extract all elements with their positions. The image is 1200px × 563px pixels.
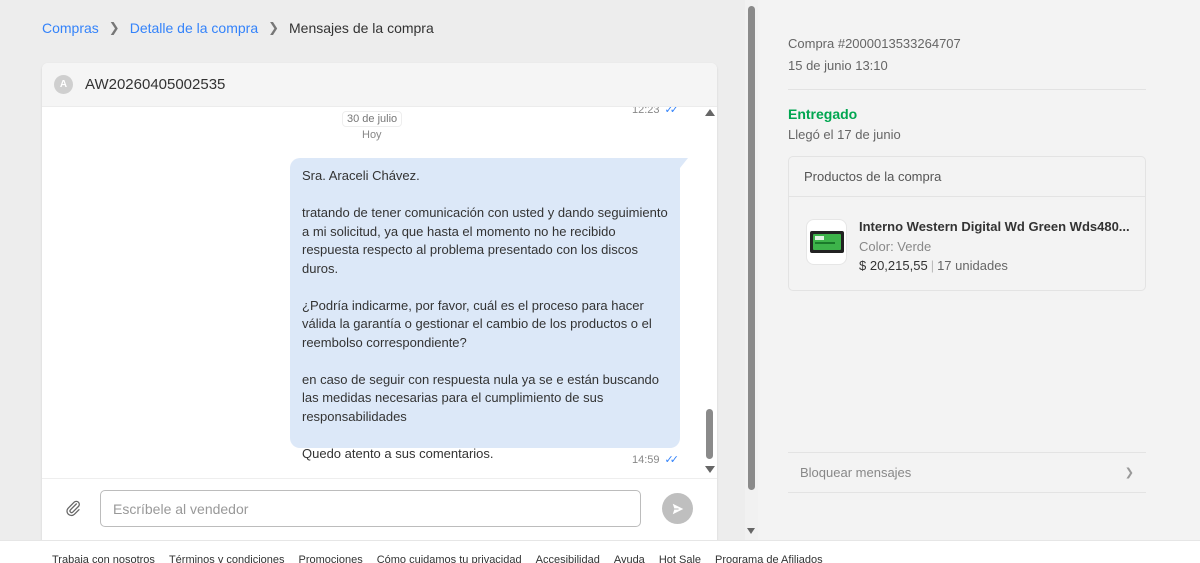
product-units: 17 unidades (937, 258, 1008, 273)
footer-links: Trabaja con nosotros Términos y condicio… (52, 554, 837, 563)
send-icon (672, 503, 683, 514)
breadcrumb-detalle[interactable]: Detalle de la compra (130, 20, 258, 36)
breadcrumb-current: Mensajes de la compra (289, 20, 434, 36)
product-image (806, 219, 847, 265)
message-input[interactable] (100, 490, 641, 527)
paperclip-icon[interactable] (64, 499, 82, 517)
chat-header: A AW20260405002535 (42, 63, 717, 107)
breadcrumb: Compras ❯ Detalle de la compra ❯ Mensaje… (42, 20, 434, 36)
composer (42, 478, 717, 543)
chat-scroll-thumb[interactable] (706, 409, 713, 459)
page-scroll-thumb[interactable] (748, 6, 755, 490)
scroll-down-icon[interactable] (747, 528, 755, 534)
product-price: $ 20,215,55 (859, 258, 928, 273)
footer-link[interactable]: Hot Sale (659, 554, 701, 563)
double-check-icon: ✓✓ (664, 454, 680, 466)
previous-message-time: 12:23 ✓✓ (632, 107, 680, 116)
footer-link[interactable]: Accesibilidad (536, 554, 600, 563)
scroll-down-icon[interactable] (705, 466, 715, 473)
footer-link[interactable]: Programa de Afiliados (715, 554, 823, 563)
avatar: A (54, 75, 73, 94)
product-price-row: $ 20,215,55 | 17 unidades (859, 258, 1008, 273)
message-time-text: 14:59 (632, 453, 660, 466)
products-card: Productos de la compra Interno Western D… (788, 156, 1146, 291)
previous-time-text: 12:23 (632, 107, 660, 116)
chevron-right-icon: ❯ (1124, 467, 1134, 479)
purchase-date: 15 de junio 13:10 (788, 58, 888, 73)
message-paragraph: tratando de tener comunicación con usted… (302, 205, 668, 276)
footer-link[interactable]: Términos y condiciones (169, 554, 285, 563)
separator: | (930, 258, 935, 273)
products-title: Productos de la compra (789, 157, 1145, 197)
footer-link[interactable]: Ayuda (614, 554, 645, 563)
message-paragraph: Quedo atento a sus comentarios. (302, 445, 494, 461)
send-button[interactable] (662, 493, 693, 524)
block-messages-button[interactable]: Bloquear mensajes ❯ (788, 452, 1146, 493)
footer: Trabaja con nosotros Términos y condicio… (0, 540, 1200, 563)
status-badge: Entregado (788, 106, 858, 122)
footer-link[interactable]: Promociones (299, 554, 363, 563)
block-messages-label: Bloquear mensajes (800, 465, 912, 480)
chat-panel: A AW20260405002535 12:23 ✓✓ 30 de julio … (42, 63, 717, 543)
message-paragraph: en caso de seguir con respuesta nula ya … (302, 371, 660, 424)
page-scrollbar[interactable] (745, 0, 758, 540)
message-paragraph: Sra. Araceli Chávez. (302, 168, 420, 183)
product-item[interactable]: Interno Western Digital Wd Green Wds480.… (789, 197, 1145, 291)
message-bubble: Sra. Araceli Chávez. tratando de tener c… (290, 158, 688, 461)
chat-scrollbar[interactable] (703, 107, 717, 478)
message-list[interactable]: 12:23 ✓✓ 30 de julio Hoy Sra. Araceli Ch… (42, 107, 717, 478)
product-name[interactable]: Interno Western Digital Wd Green Wds480.… (859, 219, 1129, 234)
product-color: Color: Verde (859, 239, 932, 254)
purchase-sidebar: Compra #2000013533264707 15 de junio 13:… (758, 0, 1200, 540)
ssd-product-icon (809, 231, 844, 253)
footer-link[interactable]: Trabaja con nosotros (52, 554, 155, 563)
chevron-right-icon: ❯ (268, 20, 280, 35)
date-separator: 30 de julio (342, 111, 403, 127)
chevron-right-icon: ❯ (108, 20, 120, 35)
message-time: 14:59 ✓✓ (632, 453, 680, 467)
divider (788, 89, 1146, 90)
arrival-date: Llegó el 17 de junio (788, 127, 901, 142)
message-paragraph: ¿Podría indicarme, por favor, cuál es el… (302, 297, 652, 350)
order-code: AW20260405002535 (85, 76, 226, 93)
scroll-up-icon[interactable] (705, 109, 715, 116)
date-separator-sub: Hoy (362, 129, 382, 141)
footer-link[interactable]: Cómo cuidamos tu privacidad (377, 554, 522, 563)
purchase-id: Compra #2000013533264707 (788, 36, 961, 51)
double-check-icon: ✓✓ (664, 107, 680, 116)
breadcrumb-compras[interactable]: Compras (42, 20, 99, 36)
